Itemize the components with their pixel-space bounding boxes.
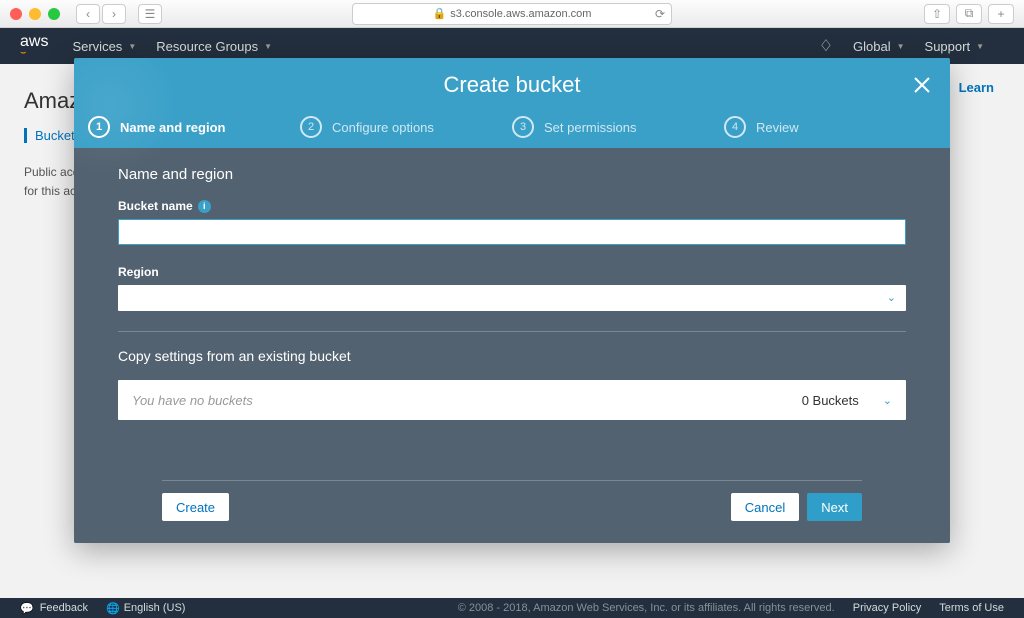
zoom-window-button[interactable] [48,8,60,20]
privacy-link[interactable]: Privacy Policy [853,602,921,614]
notifications-icon[interactable]: ♢ [819,36,833,56]
chevron-down-icon: ⌄ [887,291,896,304]
bucket-count: 0 Buckets [802,393,859,408]
close-icon [912,75,932,95]
modal-footer: Create Cancel Next [162,480,862,535]
copy-section-title: Copy settings from an existing bucket [118,348,906,364]
close-modal-button[interactable] [912,74,932,102]
aws-logo[interactable]: aws ⌣ [20,34,48,58]
step-set-permissions[interactable]: 3 Set permissions [512,116,724,138]
feedback-icon[interactable]: 💬 [20,602,34,615]
step-configure-options[interactable]: 2 Configure options [300,116,512,138]
resource-groups-menu[interactable]: Resource Groups▼ [156,39,272,54]
modal-body: Name and region Bucket name i Region ⌄ C… [74,148,950,543]
language-selector[interactable]: 🌐 English (US) [106,602,185,615]
page-footer: 💬 Feedback 🌐 English (US) © 2008 - 2018,… [0,598,1024,618]
region-menu[interactable]: Global▼ [853,39,905,54]
create-bucket-modal: Create bucket 1 Name and region 2 Config… [74,58,950,543]
step-label: Configure options [332,120,434,135]
copy-settings-select[interactable]: You have no buckets 0 Buckets ⌄ [118,380,906,420]
minimize-window-button[interactable] [29,8,41,20]
url-text: s3.console.aws.amazon.com [450,8,591,20]
copy-placeholder: You have no buckets [132,393,802,408]
browser-titlebar: ‹ › ☰ 🔒 s3.console.aws.amazon.com ⟳ ⇧ ⧉ … [0,0,1024,28]
chevron-down-icon: ▼ [128,42,136,51]
services-menu[interactable]: Services▼ [72,39,136,54]
info-icon[interactable]: i [198,200,211,213]
modal-overlay: Create bucket 1 Name and region 2 Config… [0,64,1024,598]
lock-icon: 🔒 [433,7,447,20]
region-label: Region [118,265,906,279]
chevron-down-icon: ⌄ [883,394,892,407]
create-button[interactable]: Create [162,493,229,521]
sidebar-button[interactable]: ☰ [138,4,162,24]
modal-header: Create bucket 1 Name and region 2 Config… [74,58,950,148]
bucket-name-label: Bucket name i [118,199,906,213]
globe-icon: 🌐 [106,602,120,615]
region-select[interactable]: ⌄ [118,285,906,311]
address-bar[interactable]: 🔒 s3.console.aws.amazon.com ⟳ [352,3,672,25]
cancel-button[interactable]: Cancel [731,493,799,521]
chevron-down-icon: ▼ [264,42,272,51]
bucket-name-input[interactable] [118,219,906,245]
step-review[interactable]: 4 Review [724,116,936,138]
window-controls [10,8,60,20]
tabs-button[interactable]: ⧉ [956,4,982,24]
support-menu[interactable]: Support▼ [925,39,984,54]
step-label: Name and region [120,120,225,135]
new-tab-button[interactable]: + [988,4,1014,24]
feedback-link[interactable]: Feedback [40,602,88,614]
close-window-button[interactable] [10,8,22,20]
wizard-steps: 1 Name and region 2 Configure options 3 … [74,116,950,138]
next-button[interactable]: Next [807,493,862,521]
step-label: Review [756,120,799,135]
reload-icon[interactable]: ⟳ [655,7,665,21]
terms-link[interactable]: Terms of Use [939,602,1004,614]
chevron-down-icon: ▼ [976,42,984,51]
copyright-text: © 2008 - 2018, Amazon Web Services, Inc.… [458,602,835,614]
back-button[interactable]: ‹ [76,4,100,24]
divider [118,331,906,332]
step-name-and-region[interactable]: 1 Name and region [88,116,300,138]
modal-title: Create bucket [74,58,950,98]
step-label: Set permissions [544,120,636,135]
forward-button[interactable]: › [102,4,126,24]
chevron-down-icon: ▼ [897,42,905,51]
section-title: Name and region [118,166,906,183]
share-button[interactable]: ⇧ [924,4,950,24]
